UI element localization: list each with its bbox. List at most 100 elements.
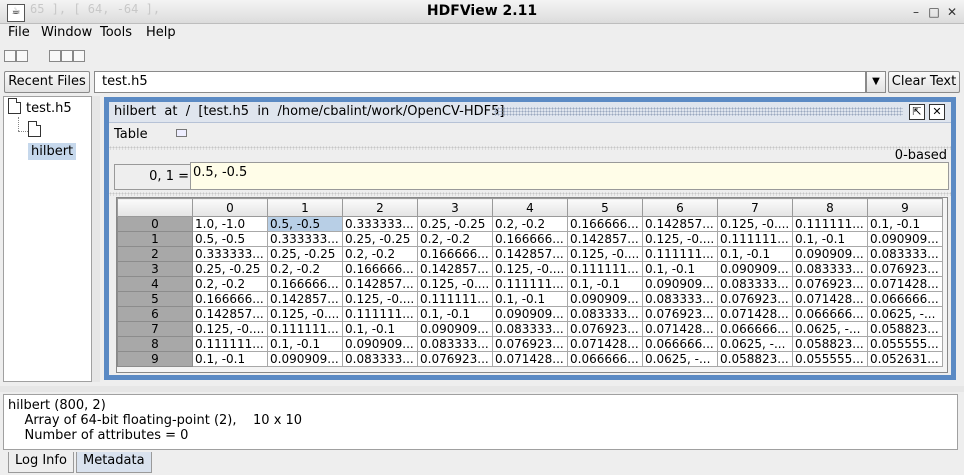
close-file-icon[interactable] <box>16 50 28 62</box>
table-cell[interactable]: 0.111111... <box>192 336 268 352</box>
column-header[interactable]: 8 <box>792 198 868 217</box>
table-cell[interactable]: 0.058823... <box>717 351 793 367</box>
table-cell[interactable]: 0.0625, -... <box>792 321 868 337</box>
table-cell[interactable]: 0.076923... <box>717 291 793 307</box>
table-cell[interactable]: 0.1, -0.1 <box>342 321 418 337</box>
row-header[interactable]: 4 <box>117 276 193 292</box>
table-cell[interactable]: 0.071428... <box>567 336 643 352</box>
table-cell[interactable]: 0.111111... <box>567 261 643 277</box>
maximize-button[interactable]: □ <box>927 5 941 19</box>
table-cell[interactable]: 0.5, -0.5 <box>192 231 268 247</box>
table-cell[interactable]: 0.1, -0.1 <box>642 261 718 277</box>
table-cell[interactable]: 0.111111... <box>417 291 493 307</box>
tab-log-info[interactable]: Log Info <box>8 452 74 473</box>
row-header[interactable]: 6 <box>117 306 193 322</box>
table-cell[interactable]: 0.083333... <box>792 261 868 277</box>
open-file-icon[interactable] <box>4 50 16 62</box>
table-cell[interactable]: 0.111111... <box>642 246 718 262</box>
table-cell[interactable]: 0.166666... <box>267 276 343 292</box>
row-header[interactable]: 1 <box>117 231 193 247</box>
table-cell[interactable]: 0.125, -0.... <box>267 306 343 322</box>
table-cell[interactable]: 0.066666... <box>642 336 718 352</box>
table-cell[interactable]: 0.1, -0.1 <box>417 306 493 322</box>
table-cell[interactable]: 0.066666... <box>717 321 793 337</box>
table-cell[interactable]: 0.083333... <box>717 276 793 292</box>
table-cell[interactable]: 0.2, -0.2 <box>342 246 418 262</box>
row-header[interactable]: 3 <box>117 261 193 277</box>
table-cell[interactable]: 0.1, -0.1 <box>492 291 568 307</box>
table-cell[interactable]: 0.076923... <box>867 261 943 277</box>
table-cell[interactable]: 0.333333... <box>192 246 268 262</box>
table-cell[interactable]: 0.1, -0.1 <box>192 351 268 367</box>
table-cell[interactable]: 0.142857... <box>192 306 268 322</box>
table-cell[interactable]: 0.125, -0.... <box>192 321 268 337</box>
table-cell[interactable]: 0.1, -0.1 <box>867 216 943 232</box>
table-cell[interactable]: 0.055555... <box>792 351 868 367</box>
tree-item-root[interactable]: test.h5 <box>8 98 72 118</box>
column-header[interactable]: 6 <box>642 198 718 217</box>
table-cell[interactable]: 0.5, -0.5 <box>267 216 343 232</box>
table-cell[interactable]: 0.076923... <box>567 321 643 337</box>
menu-table[interactable]: Table <box>114 127 148 142</box>
tab-metadata[interactable]: Metadata <box>76 452 152 473</box>
menu-window[interactable]: Window <box>41 25 92 40</box>
table-cell[interactable]: 0.090909... <box>267 351 343 367</box>
horizontal-splitter[interactable] <box>0 386 964 392</box>
table-cell[interactable]: 0.090909... <box>417 321 493 337</box>
table-cell[interactable]: 0.125, -0.... <box>417 276 493 292</box>
table-cell[interactable]: 1.0, -1.0 <box>192 216 268 232</box>
recent-files-button[interactable]: Recent Files <box>4 71 90 93</box>
table-cell[interactable]: 0.142857... <box>642 216 718 232</box>
column-header[interactable]: 2 <box>342 198 418 217</box>
column-header[interactable]: 9 <box>867 198 943 217</box>
table-cell[interactable]: 0.071428... <box>792 291 868 307</box>
table-cell[interactable]: 0.2, -0.2 <box>492 216 568 232</box>
table-cell[interactable]: 0.166666... <box>492 231 568 247</box>
table-cell[interactable]: 0.25, -0.25 <box>342 231 418 247</box>
table-cell[interactable]: 0.125, -0.... <box>342 291 418 307</box>
cell-value-field[interactable]: 0.5, -0.5 <box>190 162 949 190</box>
table-cell[interactable]: 0.125, -0.... <box>642 231 718 247</box>
toolbar-icon-b[interactable] <box>61 50 73 62</box>
table-cell[interactable]: 0.090909... <box>492 306 568 322</box>
table-cell[interactable]: 0.166666... <box>567 216 643 232</box>
clear-text-button[interactable]: Clear Text <box>888 71 960 93</box>
row-header[interactable]: 9 <box>117 351 193 367</box>
table-cell[interactable]: 0.25, -0.25 <box>267 246 343 262</box>
restore-icon[interactable]: ⇱ <box>909 104 925 120</box>
table-cell[interactable]: 0.125, -0.... <box>567 246 643 262</box>
table-cell[interactable]: 0.071428... <box>642 321 718 337</box>
tree-item-hilbert[interactable]: hilbert <box>28 121 91 160</box>
table-cell[interactable]: 0.1, -0.1 <box>567 276 643 292</box>
table-cell[interactable]: 0.142857... <box>267 291 343 307</box>
table-cell[interactable]: 0.071428... <box>867 276 943 292</box>
table-cell[interactable]: 0.166666... <box>342 261 418 277</box>
vertical-splitter[interactable] <box>92 96 100 382</box>
menu-tools[interactable]: Tools <box>100 25 132 40</box>
column-header[interactable]: 4 <box>492 198 568 217</box>
close-icon[interactable]: ✕ <box>929 104 945 120</box>
table-cell[interactable]: 0.125, -0.... <box>492 261 568 277</box>
minimize-button[interactable]: – <box>909 5 923 19</box>
table-cell[interactable]: 0.083333... <box>567 306 643 322</box>
table-cell[interactable]: 0.076923... <box>492 336 568 352</box>
menu-file[interactable]: File <box>8 25 30 40</box>
table-cell[interactable]: 0.083333... <box>867 246 943 262</box>
table-cell[interactable]: 0.1, -0.1 <box>267 336 343 352</box>
table-cell[interactable]: 0.142857... <box>567 231 643 247</box>
table-cell[interactable]: 0.142857... <box>492 246 568 262</box>
table-cell[interactable]: 0.066666... <box>867 291 943 307</box>
menu-handle-icon[interactable] <box>176 129 187 137</box>
row-header[interactable]: 7 <box>117 321 193 337</box>
table-cell[interactable]: 0.066666... <box>792 306 868 322</box>
table-cell[interactable]: 0.090909... <box>792 246 868 262</box>
table-cell[interactable]: 0.055555... <box>867 336 943 352</box>
dataset-window-titlebar[interactable]: hilbert at / [test.h5 in /home/cbalint/w… <box>109 102 951 123</box>
close-button[interactable]: ✕ <box>945 5 959 19</box>
row-header[interactable]: 0 <box>117 216 193 232</box>
column-header[interactable]: 0 <box>192 198 268 217</box>
file-path-combo[interactable]: test.h5 <box>94 71 866 93</box>
row-header[interactable]: 2 <box>117 246 193 262</box>
table-cell[interactable]: 0.333333... <box>267 231 343 247</box>
table-cell[interactable]: 0.090909... <box>717 261 793 277</box>
